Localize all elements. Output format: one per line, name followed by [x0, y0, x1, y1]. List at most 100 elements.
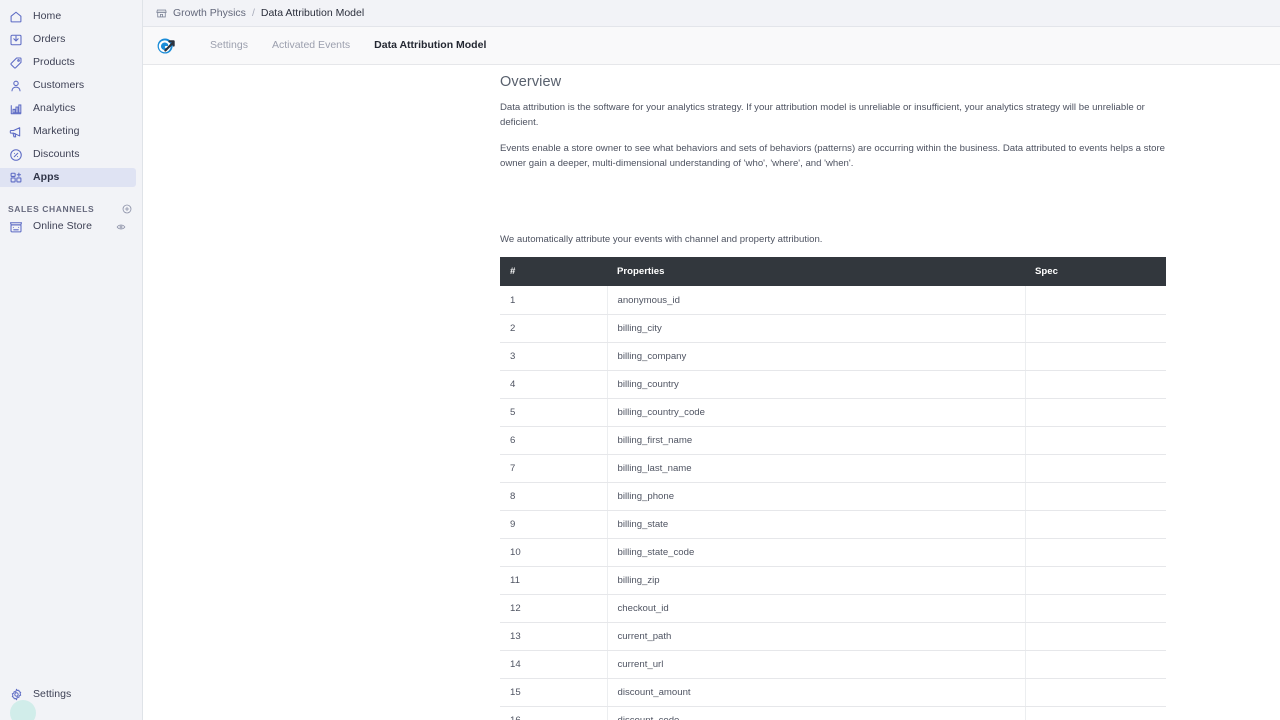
sidebar-item-apps[interactable]: Apps — [0, 168, 136, 187]
sidebar-item-home-label: Home — [33, 10, 62, 23]
column-header-spec[interactable]: Spec — [1025, 257, 1166, 287]
cell-property: billing_phone — [607, 482, 1026, 511]
eye-icon[interactable] — [116, 222, 126, 232]
breadcrumb: Growth Physics / Data Attribution Model — [143, 0, 1280, 27]
cell-property: anonymous_id — [607, 286, 1026, 315]
analytics-bar-chart-icon — [8, 101, 24, 117]
sidebar-item-marketing-label: Marketing — [33, 125, 80, 138]
sidebar-item-customers[interactable]: Customers — [0, 76, 136, 95]
orders-icon — [8, 32, 24, 48]
cell-property: discount_code — [607, 706, 1026, 720]
table-row: 12 checkout_id — [500, 594, 1166, 623]
overview-paragraph-2: Events enable a store owner to see what … — [500, 142, 1166, 169]
growth-physics-logo-icon — [155, 35, 177, 57]
cell-number: 9 — [500, 510, 608, 539]
sidebar-item-discounts[interactable]: Discounts — [0, 145, 136, 164]
cell-spec — [1025, 454, 1166, 483]
cell-number: 16 — [500, 706, 608, 720]
sidebar-item-products[interactable]: Products — [0, 53, 136, 72]
table-row: 14 current_url — [500, 650, 1166, 679]
cell-number: 8 — [500, 482, 608, 511]
table-row: 8 billing_phone — [500, 482, 1166, 511]
cell-property: billing_zip — [607, 566, 1026, 595]
sales-channels-list: Online Store — [0, 217, 142, 236]
table-header-row: # Properties Spec — [500, 257, 1166, 287]
cell-number: 3 — [500, 342, 608, 371]
cell-number: 4 — [500, 370, 608, 399]
table-row: 13 current_path — [500, 622, 1166, 651]
sidebar-item-home[interactable]: Home — [0, 7, 136, 26]
breadcrumb-current: Data Attribution Model — [260, 7, 365, 19]
tab-settings[interactable]: Settings — [198, 40, 260, 51]
table-row: 6 billing_first_name — [500, 426, 1166, 455]
online-store-icon — [8, 219, 24, 235]
table-row: 3 billing_company — [500, 342, 1166, 371]
apps-grid-icon — [8, 170, 24, 186]
cell-property: billing_state — [607, 510, 1026, 539]
properties-table: # Properties Spec 1 anonymous_id 2 billing_… — [500, 257, 1166, 720]
cell-spec — [1025, 566, 1166, 595]
tab-list: Settings Activated Events Data Attribution… — [198, 40, 498, 51]
table-row: 15 discount_amount — [500, 678, 1166, 707]
tab-activated-events[interactable]: Activated Events — [260, 40, 362, 51]
sidebar-channel-online-store[interactable]: Online Store — [0, 217, 136, 236]
cell-spec — [1025, 482, 1166, 511]
breadcrumb-separator: / — [251, 7, 255, 19]
cell-property: current_url — [607, 650, 1026, 679]
cell-spec — [1025, 510, 1166, 539]
sidebar-item-products-label: Products — [33, 56, 75, 69]
cell-spec — [1025, 538, 1166, 567]
table-row: 5 billing_country_code — [500, 398, 1166, 427]
sales-channels-label: SALES CHANNELS — [8, 203, 95, 214]
app-tab-bar: Settings Activated Events Data Attribution… — [143, 27, 1280, 65]
sidebar-item-apps-label: Apps — [33, 171, 60, 184]
cell-spec — [1025, 706, 1166, 720]
cell-number: 11 — [500, 566, 608, 595]
sidebar-item-orders-label: Orders — [33, 33, 66, 46]
cell-number: 6 — [500, 426, 608, 455]
main-area: Growth Physics / Data Attribution Model … — [143, 0, 1280, 720]
cell-number: 13 — [500, 622, 608, 651]
table-intro-text: We automatically attribute your events w… — [500, 234, 823, 246]
plus-circle-icon[interactable] — [122, 204, 132, 214]
tab-data-attribution-model[interactable]: Data Attribution Model — [362, 40, 498, 51]
column-header-properties[interactable]: Properties — [607, 257, 1025, 287]
cell-number: 7 — [500, 454, 608, 483]
cell-spec — [1025, 426, 1166, 455]
cell-property: billing_city — [607, 314, 1026, 343]
cell-number: 10 — [500, 538, 608, 567]
store-icon — [156, 8, 167, 19]
sidebar-item-analytics[interactable]: Analytics — [0, 99, 136, 118]
cell-number: 15 — [500, 678, 608, 707]
column-header-number[interactable]: # — [500, 257, 607, 287]
table-row: 10 billing_state_code — [500, 538, 1166, 567]
sidebar-footer: Settings — [0, 685, 143, 720]
avatar[interactable] — [10, 700, 36, 720]
table-row: 16discount_code — [500, 706, 1166, 720]
sidebar-item-customers-label: Customers — [33, 79, 85, 92]
sidebar-item-orders[interactable]: Orders — [0, 30, 136, 49]
sidebar-item-settings-label: Settings — [33, 688, 72, 701]
cell-spec — [1025, 342, 1166, 371]
overview-paragraph-1: Data attribution is the software for you… — [500, 102, 1145, 128]
content-scroll-area[interactable]: Overview Data attribution is the softwar… — [143, 65, 1280, 720]
marketing-megaphone-icon — [8, 124, 24, 140]
cell-property: checkout_id — [607, 594, 1026, 623]
sidebar-channel-label: Online Store — [33, 220, 92, 233]
table-row: 11 billing_zip — [500, 566, 1166, 595]
sales-channels-section-header: SALES CHANNELS — [0, 200, 142, 217]
cell-property: billing_country — [607, 370, 1026, 399]
properties-table-head: # Properties Spec — [500, 257, 1166, 287]
cell-property: billing_country_code — [607, 398, 1026, 427]
cell-spec — [1025, 594, 1166, 623]
table-row: 4 billing_country — [500, 370, 1166, 399]
table-row: 1 anonymous_id — [500, 286, 1166, 315]
content-inner: Overview Data attribution is the softwar… — [500, 65, 1166, 720]
discounts-circle-icon — [8, 147, 24, 163]
cell-spec — [1025, 622, 1166, 651]
sidebar-item-marketing[interactable]: Marketing — [0, 122, 136, 141]
cell-spec — [1025, 314, 1166, 343]
breadcrumb-parent-link[interactable]: Growth Physics — [173, 7, 246, 19]
sidebar: Home Orders Products Customers Analytics Mark… — [0, 0, 143, 720]
cell-spec — [1025, 370, 1166, 399]
